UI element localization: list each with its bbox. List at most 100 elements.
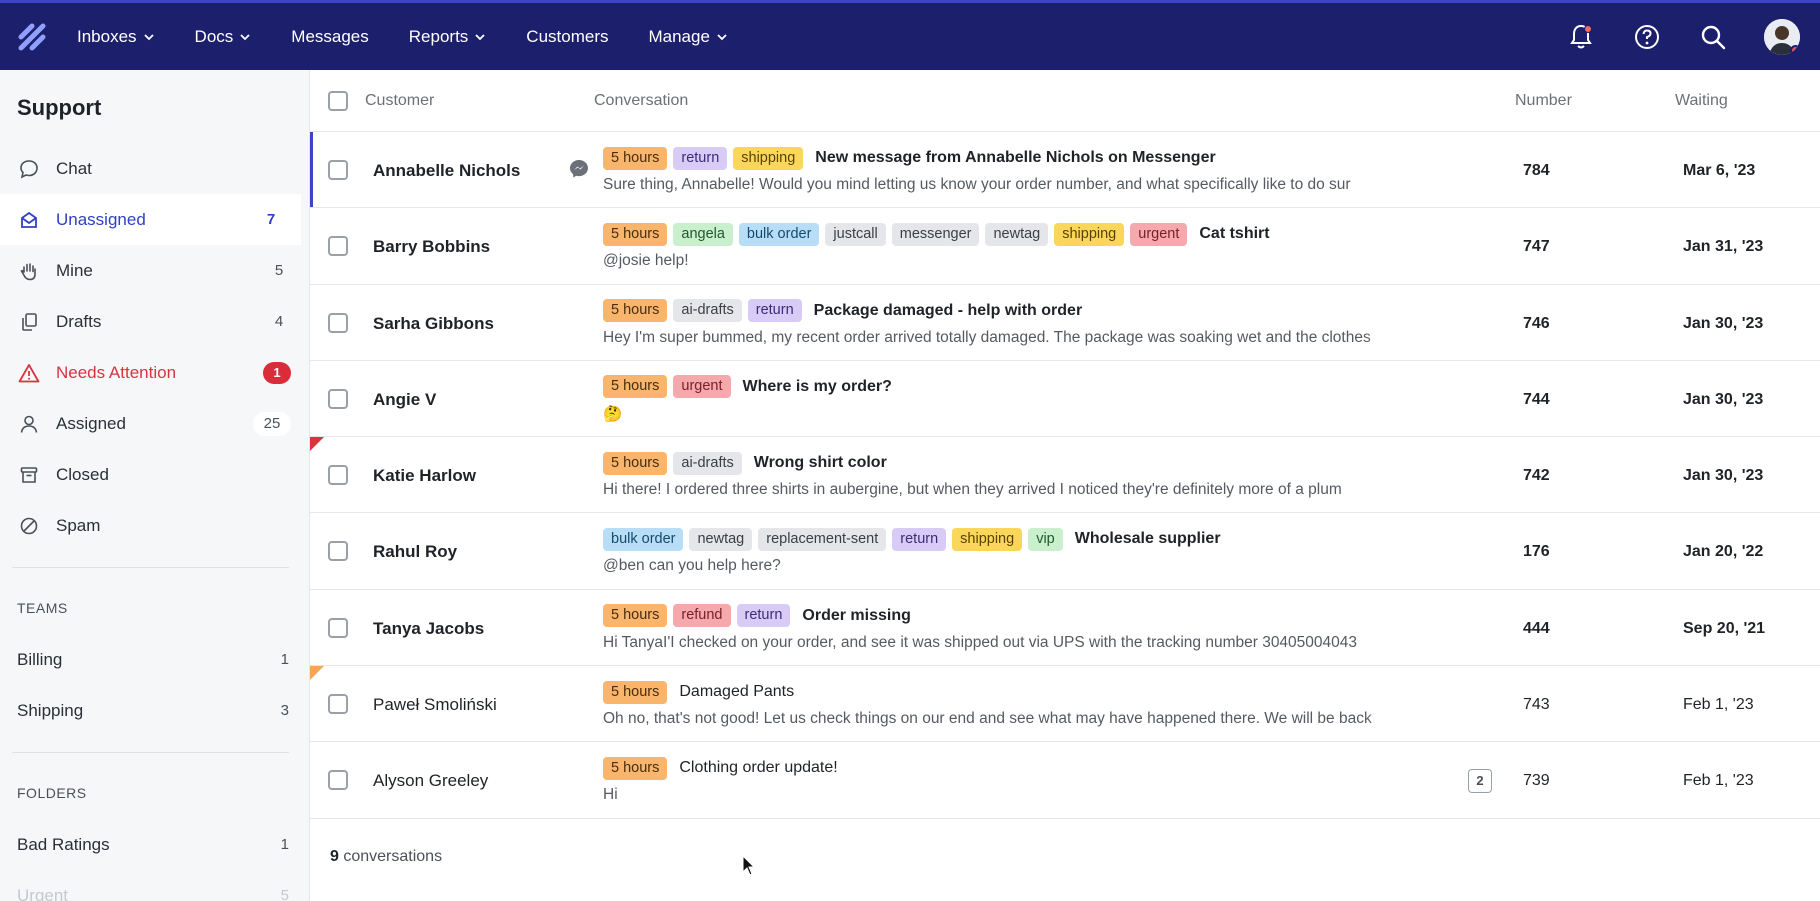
- help-icon[interactable]: [1632, 22, 1662, 52]
- row-checkbox[interactable]: [328, 694, 348, 715]
- customer-name[interactable]: Angie V: [373, 390, 436, 410]
- table-row[interactable]: Katie Harlow 5 hours ai-drafts Wrong shirt …: [310, 437, 1820, 514]
- table-header: Customer Conversation Number Waiting: [310, 70, 1820, 132]
- conversation-cell[interactable]: 5 hours ai-drafts return Package damaged - …: [603, 299, 1423, 349]
- sidebar-item-chat[interactable]: Chat: [0, 143, 309, 194]
- column-header-customer[interactable]: Customer: [365, 92, 434, 110]
- sidebar-item-billing[interactable]: Billing 1: [0, 634, 309, 685]
- customer-name[interactable]: Annabelle Nichols: [373, 161, 520, 181]
- tag[interactable]: bulk order: [738, 222, 820, 246]
- tag[interactable]: ai-drafts: [673, 451, 742, 475]
- tag[interactable]: shipping: [733, 146, 804, 170]
- tag[interactable]: shipping: [952, 527, 1023, 551]
- conversation-cell[interactable]: 5 hours angela bulk order justcall messenger…: [603, 222, 1423, 272]
- sidebar-item-needs-attention[interactable]: Needs Attention 1: [0, 347, 309, 398]
- customer-name[interactable]: Barry Bobbins: [373, 237, 490, 257]
- row-checkbox[interactable]: [328, 236, 348, 257]
- helpscout-logo-icon[interactable]: [17, 22, 47, 52]
- tag[interactable]: 5 hours: [603, 146, 668, 170]
- customer-name[interactable]: Tanya Jacobs: [373, 619, 484, 639]
- table-row[interactable]: Barry Bobbins 5 hours angela bulk order just…: [310, 208, 1820, 285]
- row-checkbox[interactable]: [328, 541, 348, 562]
- column-header-conversation[interactable]: Conversation: [594, 92, 688, 110]
- customer-name[interactable]: Katie Harlow: [373, 466, 476, 486]
- sidebar-item-mine[interactable]: Mine 5: [0, 245, 309, 296]
- conversation-subject: Where is my order?: [742, 377, 892, 395]
- tag[interactable]: refund: [673, 604, 731, 628]
- row-checkbox[interactable]: [328, 770, 348, 791]
- chevron-down-icon: [240, 33, 250, 40]
- nav-item-docs[interactable]: Docs: [195, 27, 252, 47]
- conversation-cell[interactable]: 5 hours ai-drafts Wrong shirt color Hi ther…: [603, 451, 1423, 501]
- sidebar-item-spam[interactable]: Spam: [0, 500, 309, 551]
- tag[interactable]: 5 hours: [603, 451, 668, 475]
- sidebar-item-drafts[interactable]: Drafts 4: [0, 296, 309, 347]
- tag[interactable]: newtag: [689, 527, 753, 551]
- tag[interactable]: 5 hours: [603, 756, 668, 780]
- conversation-cell[interactable]: 5 hours Clothing order update! Hi: [603, 756, 1423, 806]
- tag[interactable]: urgent: [673, 375, 731, 399]
- tag[interactable]: 5 hours: [603, 375, 668, 399]
- tag[interactable]: messenger: [891, 222, 980, 246]
- sidebar-item-shipping[interactable]: Shipping 3: [0, 685, 309, 736]
- customer-name[interactable]: Alyson Greeley: [373, 771, 488, 791]
- conversation-cell[interactable]: 5 hours return shipping New message from An…: [603, 146, 1423, 196]
- nav-item-messages[interactable]: Messages: [291, 27, 368, 47]
- tag[interactable]: replacement-sent: [758, 527, 887, 551]
- conversation-number: 747: [1523, 238, 1550, 256]
- select-all-checkbox[interactable]: [328, 91, 348, 111]
- tag[interactable]: return: [892, 527, 947, 551]
- row-checkbox[interactable]: [328, 465, 348, 486]
- table-row[interactable]: Rahul Roy bulk order newtag replacement-sen…: [310, 513, 1820, 590]
- sidebar-item-unassigned[interactable]: Unassigned 7: [0, 194, 301, 245]
- tag[interactable]: ai-drafts: [673, 299, 742, 323]
- tag[interactable]: return: [736, 604, 791, 628]
- table-row[interactable]: Tanya Jacobs 5 hours refund return Order mis…: [310, 590, 1820, 667]
- tag[interactable]: angela: [673, 222, 733, 246]
- search-icon[interactable]: [1698, 22, 1728, 52]
- row-checkbox[interactable]: [328, 388, 348, 409]
- nav-item-reports[interactable]: Reports: [409, 27, 487, 47]
- row-checkbox[interactable]: [328, 312, 348, 333]
- tag[interactable]: newtag: [985, 222, 1049, 246]
- tag[interactable]: urgent: [1130, 222, 1188, 246]
- conversation-cell[interactable]: 5 hours urgent Where is my order? 🤔: [603, 375, 1423, 425]
- conversation-cell[interactable]: 5 hours Damaged Pants Oh no, that's not go…: [603, 680, 1423, 730]
- row-checkbox[interactable]: [328, 617, 348, 638]
- sidebar-item-bad-ratings[interactable]: Bad Ratings 1: [0, 819, 309, 870]
- customer-name[interactable]: Paweł Smoliński: [373, 695, 497, 715]
- table-row[interactable]: Sarha Gibbons 5 hours ai-drafts return Packa…: [310, 285, 1820, 361]
- tag[interactable]: 5 hours: [603, 222, 668, 246]
- sidebar: Support Chat Unassigned 7 Mine 5 Drafts 4 Needs…: [0, 70, 310, 901]
- tag[interactable]: 5 hours: [603, 604, 668, 628]
- tag[interactable]: bulk order: [603, 527, 684, 551]
- table-row[interactable]: Paweł Smoliński 5 hours Damaged Pants Oh no…: [310, 666, 1820, 743]
- tag[interactable]: return: [673, 146, 728, 170]
- nav-item-manage[interactable]: Manage: [648, 27, 727, 47]
- nav-item-inboxes[interactable]: Inboxes: [77, 27, 155, 47]
- sidebar-item-urgent[interactable]: Urgent 5: [0, 870, 309, 901]
- sidebar-item-assigned[interactable]: Assigned 25: [0, 398, 309, 449]
- table-row[interactable]: Alyson Greeley 5 hours Clothing order upda…: [310, 742, 1820, 819]
- tag[interactable]: shipping: [1054, 222, 1125, 246]
- tag[interactable]: vip: [1028, 527, 1063, 551]
- conversation-cell[interactable]: 5 hours refund return Order missing Hi Tanya…: [603, 604, 1423, 654]
- nav-item-customers[interactable]: Customers: [526, 27, 608, 47]
- bell-icon[interactable]: [1566, 22, 1596, 52]
- tag[interactable]: return: [747, 299, 802, 323]
- customer-name[interactable]: Rahul Roy: [373, 542, 457, 562]
- customer-name[interactable]: Sarha Gibbons: [373, 314, 494, 334]
- column-header-number[interactable]: Number: [1515, 92, 1572, 110]
- column-header-waiting[interactable]: Waiting: [1675, 92, 1728, 110]
- conversation-subject: Wrong shirt color: [753, 454, 887, 472]
- table-row[interactable]: Annabelle Nichols 5 hours return shipping Ne…: [310, 132, 1820, 209]
- tag[interactable]: 5 hours: [603, 299, 668, 323]
- tag[interactable]: 5 hours: [603, 680, 668, 704]
- avatar[interactable]: [1764, 18, 1800, 55]
- tags-and-subject: 5 hours refund return Order missing: [603, 604, 1423, 628]
- table-row[interactable]: Angie V 5 hours urgent Where is my order? 🤔 7…: [310, 361, 1820, 438]
- row-checkbox[interactable]: [328, 160, 348, 180]
- conversation-cell[interactable]: bulk order newtag replacement-sent return sh…: [603, 527, 1423, 577]
- sidebar-item-closed[interactable]: Closed: [0, 449, 309, 500]
- tag[interactable]: justcall: [825, 222, 886, 246]
